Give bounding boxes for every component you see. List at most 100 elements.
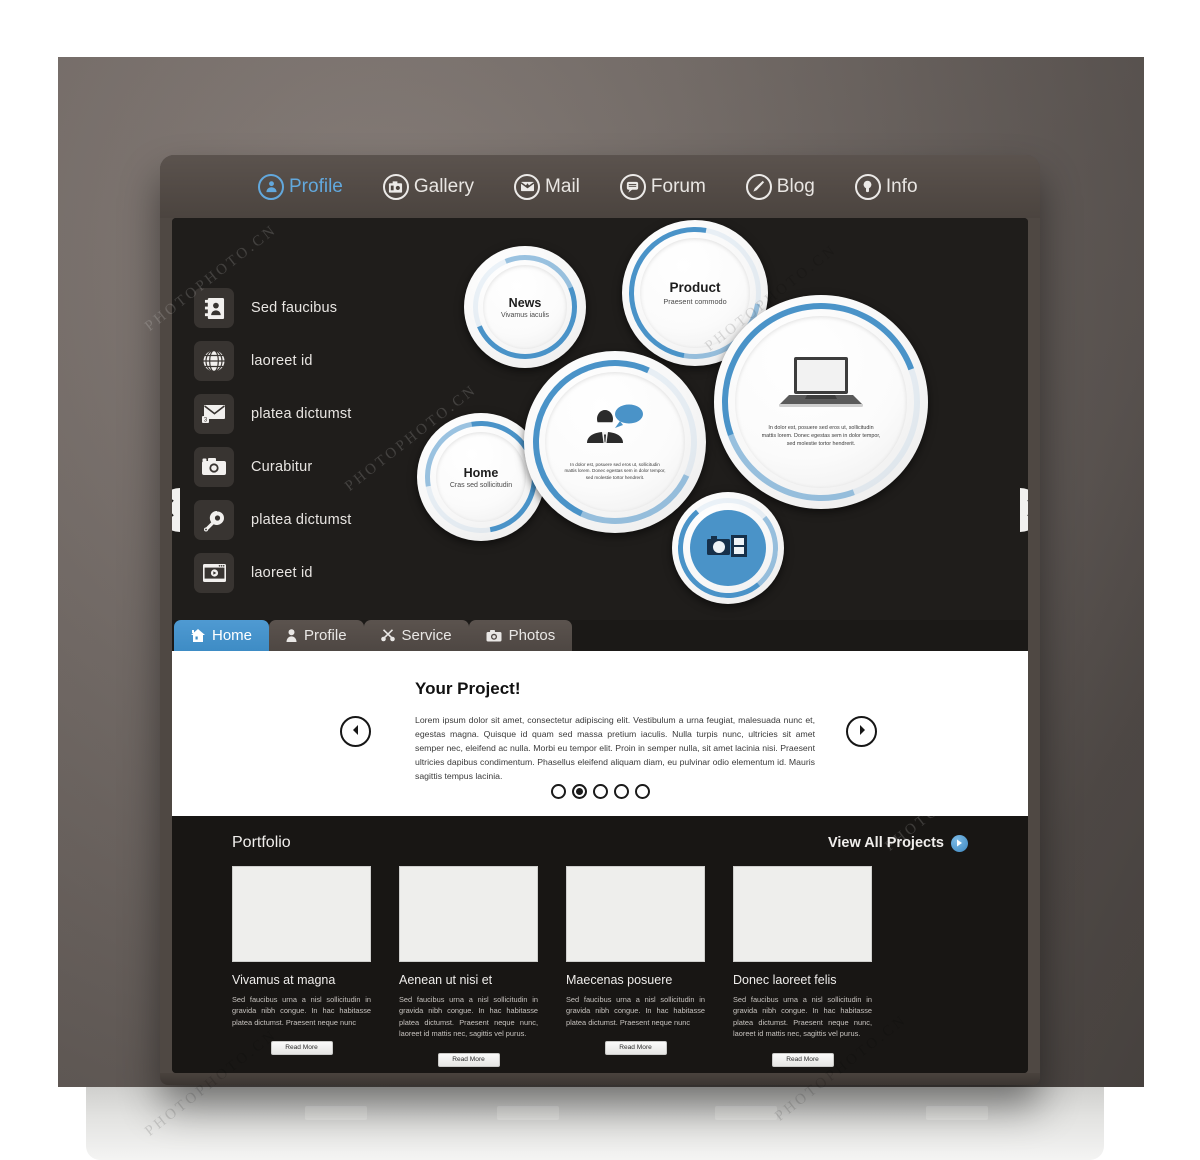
portfolio-card-body: Sed faucibus urna a nisl sollicitudin in… (733, 995, 872, 1039)
sidebar-item-platea-dictumst-tools[interactable]: platea dictumst (194, 498, 424, 542)
chevron-left-icon (172, 499, 175, 522)
bubble-news[interactable]: News Vivamus iaculis (457, 239, 593, 375)
sidebar-item-label: platea dictumst (251, 512, 352, 528)
slider-dots (172, 784, 1028, 799)
read-more-button[interactable]: Read More (270, 1041, 333, 1056)
nav-item-gallery[interactable]: Gallery (382, 173, 475, 200)
sidebar-item-sed-faucibus[interactable]: Sed faucibus (194, 286, 424, 330)
reflected-read-more (926, 1106, 988, 1120)
mail-badge-icon: 3 (194, 394, 234, 434)
tab-home[interactable]: Home (174, 620, 270, 651)
portfolio-card-title: Aenean ut nisi et (399, 973, 493, 987)
sidebar-item-label: Curabitur (251, 459, 313, 475)
pencil-icon (745, 173, 772, 200)
businessman-chat-icon (584, 403, 646, 454)
portfolio-title: Portfolio (232, 834, 291, 851)
bubble-subtitle: Vivamus iaculis (500, 311, 550, 319)
portfolio-card-body: Sed faucibus urna a nisl sollicitudin in… (566, 995, 705, 1027)
view-all-label: View All Projects (827, 835, 944, 851)
portfolio-card-title: Maecenas posuere (566, 973, 673, 987)
reflected-read-more (715, 1106, 777, 1120)
nav-item-mail[interactable]: Mail (514, 173, 580, 200)
bubble-inner-face (690, 510, 766, 586)
slider-body-text: Lorem ipsum dolor sit amet, consectetur … (415, 715, 815, 782)
reflected-read-more (305, 1106, 367, 1120)
portfolio-card[interactable]: Donec laoreet felis Sed faucibus urna a … (733, 866, 872, 1067)
view-all-projects-link[interactable]: View All Projects (827, 834, 968, 852)
sidebar-item-platea-dictumst-mail[interactable]: 3 platea dictumst (194, 392, 424, 436)
nav-label: Gallery (413, 175, 475, 197)
sidebar-item-label: platea dictumst (251, 406, 352, 422)
reflected-read-more (497, 1106, 559, 1120)
scissors-icon (380, 629, 395, 642)
tab-profile[interactable]: Profile (269, 620, 364, 651)
website-mockup-frame: Profile Gallery Mail Forum Blog Info Sed… (160, 155, 1040, 1085)
nav-item-info[interactable]: Info (854, 173, 918, 200)
project-slider-panel: Your Project! Lorem ipsum dolor sit amet… (172, 651, 1028, 816)
read-more-button[interactable]: Read More (604, 1041, 667, 1056)
bubble-media[interactable] (672, 492, 784, 604)
arrow-right-circle-icon (856, 723, 868, 741)
slider-dot[interactable] (613, 784, 629, 799)
nav-label: Profile (289, 175, 343, 197)
sidebar-item-label: laoreet id (251, 353, 313, 369)
chevron-right-icon (1026, 499, 1028, 522)
home-icon (191, 629, 205, 642)
sidebar-item-curabitur[interactable]: Curabitur (194, 445, 424, 489)
read-more-button[interactable]: Read More (771, 1052, 834, 1067)
slider-dot-active[interactable] (571, 784, 587, 799)
slider-dot[interactable] (550, 784, 566, 799)
globe-icon (194, 341, 234, 381)
sidebar-item-laoreet-id-video[interactable]: laoreet id (194, 551, 424, 595)
nav-label: Blog (776, 175, 815, 197)
bubble-title: News (508, 295, 542, 310)
lightbulb-icon (854, 173, 881, 200)
bubble-body: In dolor est, posuere sed eros ut, solli… (564, 461, 666, 480)
nav-item-profile[interactable]: Profile (258, 173, 343, 200)
portfolio-card[interactable]: Vivamus at magna Sed faucibus urna a nis… (232, 866, 371, 1067)
screenshot-canvas: Profile Gallery Mail Forum Blog Info Sed… (0, 0, 1200, 1160)
hero-prev-arrow[interactable] (172, 488, 180, 532)
nav-label: Forum (650, 175, 706, 197)
video-player-icon (194, 553, 234, 593)
nav-label: Mail (545, 175, 580, 197)
page-title: Your Project! (415, 679, 521, 698)
nav-item-blog[interactable]: Blog (745, 173, 815, 200)
device-bottom-edge (160, 1073, 1040, 1085)
bubble-cluster: News Vivamus iaculis Product Praesent co… (403, 218, 1028, 620)
bubble-title: Home (463, 465, 499, 480)
laptop-icon (777, 355, 865, 416)
slider-prev-button[interactable] (340, 716, 371, 747)
portfolio-card-body: Sed faucibus urna a nisl sollicitudin in… (232, 995, 371, 1027)
portfolio-card-grid: Vivamus at magna Sed faucibus urna a nis… (232, 866, 968, 1067)
hero-sidebar-menu: Sed faucibus laoreet id 3 platea dictums… (194, 286, 424, 604)
portfolio-card[interactable]: Maecenas posuere Sed faucibus urna a nis… (566, 866, 705, 1067)
nav-item-forum[interactable]: Forum (619, 173, 706, 200)
sidebar-item-label: laoreet id (251, 565, 313, 581)
bubble-inner-face: Home Cras sed sollicitudin (436, 432, 526, 522)
portfolio-card-title: Vivamus at magna (232, 973, 336, 987)
slider-next-button[interactable] (846, 716, 877, 747)
portfolio-card-title: Donec laoreet felis (733, 973, 837, 987)
hero-next-arrow[interactable] (1020, 488, 1028, 532)
bubble-body: In dolor est, posuere sed eros ut, solli… (761, 425, 881, 447)
sidebar-item-laoreet-id-globe[interactable]: laoreet id (194, 339, 424, 383)
portfolio-section: Portfolio View All Projects Vivamus at m… (172, 816, 1028, 1073)
tab-service[interactable]: Service (363, 620, 469, 651)
person-icon (286, 629, 297, 642)
slider-dot[interactable] (634, 784, 650, 799)
bubble-laptop[interactable]: In dolor est, posuere sed eros ut, solli… (689, 270, 953, 534)
contact-card-icon (194, 288, 234, 328)
portfolio-thumbnail (733, 866, 872, 962)
tab-photos[interactable]: Photos (468, 620, 573, 651)
user-icon (258, 173, 284, 200)
read-more-button[interactable]: Read More (437, 1052, 500, 1067)
slider-dot[interactable] (592, 784, 608, 799)
camera-film-icon (706, 532, 750, 565)
sidebar-item-label: Sed faucibus (251, 300, 338, 316)
bubble-title: Product (669, 280, 721, 295)
content-tab-bar: Home Profile Service Photos (172, 620, 1028, 651)
portfolio-card-body: Sed faucibus urna a nisl sollicitudin in… (399, 995, 538, 1039)
envelope-icon (514, 173, 541, 200)
portfolio-card[interactable]: Aenean ut nisi et Sed faucibus urna a ni… (399, 866, 538, 1067)
